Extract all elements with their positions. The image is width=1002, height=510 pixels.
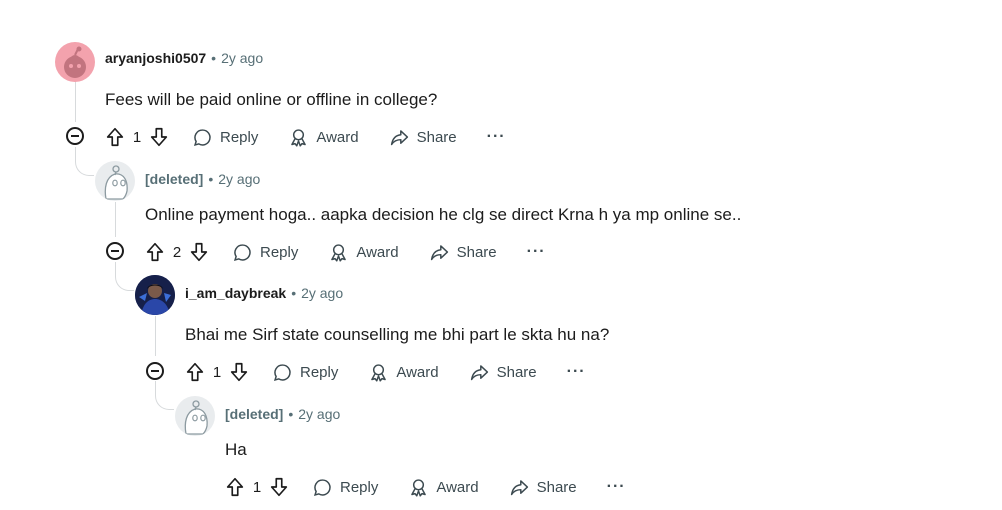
award-button[interactable]: Award [408, 477, 479, 498]
comment-actions: 2 Reply Award Share ··· [144, 237, 546, 267]
share-icon [470, 364, 488, 380]
share-button[interactable]: Share [429, 242, 497, 263]
collapse-thread-button[interactable] [106, 242, 124, 260]
downvote-icon[interactable] [228, 361, 250, 383]
reply-label: Reply [300, 363, 339, 381]
snoo-ghost-icon [184, 400, 208, 435]
username: [deleted] [145, 171, 204, 187]
comment-actions: 1 Reply Award Share ··· [184, 357, 586, 387]
timestamp[interactable]: 2y ago [298, 406, 340, 422]
timestamp[interactable]: 2y ago [221, 50, 263, 66]
user-avatar[interactable] [55, 42, 95, 82]
separator: • [291, 285, 297, 301]
share-label: Share [416, 128, 457, 146]
vote-count: 1 [212, 363, 222, 381]
upvote-icon[interactable] [104, 126, 126, 148]
award-label: Award [316, 128, 359, 146]
award-icon [371, 363, 387, 382]
user-avatar[interactable] [135, 275, 175, 315]
reply-label: Reply [340, 478, 379, 496]
more-options-button[interactable]: ··· [487, 128, 506, 146]
reply-icon [313, 478, 331, 496]
vote-group: 1 [224, 476, 290, 498]
vote-group: 1 [104, 126, 170, 148]
comment-body: Online payment hoga.. aapka decision he … [145, 205, 742, 224]
vote-group: 2 [144, 241, 210, 263]
more-options-button[interactable]: ··· [607, 478, 626, 496]
share-icon [430, 244, 448, 260]
reply-button[interactable]: Reply [192, 127, 258, 148]
collapse-thread-button[interactable] [146, 362, 164, 380]
user-avatar[interactable] [95, 161, 135, 201]
comment-header: aryanjoshi0507 • 2y ago [105, 48, 263, 68]
vote-count: 1 [252, 478, 262, 496]
upvote-icon[interactable] [224, 476, 246, 498]
award-button[interactable]: Award [368, 362, 439, 383]
thread-line [115, 202, 116, 237]
share-button[interactable]: Share [389, 127, 457, 148]
award-button[interactable]: Award [328, 242, 399, 263]
more-options-button[interactable]: ··· [567, 363, 586, 381]
thread-connector [115, 262, 134, 291]
username[interactable]: aryanjoshi0507 [105, 50, 206, 66]
reply-button[interactable]: Reply [312, 477, 378, 498]
comment-actions: 1 Reply Award Share ··· [104, 122, 506, 152]
reply-label: Reply [220, 128, 259, 146]
award-label: Award [436, 478, 479, 496]
separator: • [211, 50, 217, 66]
award-button[interactable]: Award [288, 127, 359, 148]
upvote-icon[interactable] [144, 241, 166, 263]
reply-button[interactable]: Reply [232, 242, 298, 263]
reply-label: Reply [260, 243, 299, 261]
share-label: Share [536, 478, 577, 496]
vote-group: 1 [184, 361, 250, 383]
award-icon [331, 243, 347, 262]
share-label: Share [496, 363, 537, 381]
thread-line [75, 80, 76, 122]
reply-icon [233, 243, 251, 261]
share-button[interactable]: Share [469, 362, 537, 383]
comment-body: Fees will be paid online or offline in c… [105, 90, 438, 109]
share-icon [390, 129, 408, 145]
award-label: Award [396, 363, 439, 381]
thread-connector [75, 147, 94, 176]
separator: • [208, 171, 214, 187]
share-icon [510, 479, 528, 495]
snoo-ghost-icon [104, 165, 128, 200]
collapse-thread-button[interactable] [66, 127, 84, 145]
share-label: Share [456, 243, 497, 261]
award-icon [411, 478, 427, 497]
award-icon [291, 128, 307, 147]
comment-actions: 1 Reply Award Share ··· [224, 472, 626, 502]
upvote-icon[interactable] [184, 361, 206, 383]
user-photo-icon [135, 275, 175, 315]
username: [deleted] [225, 406, 284, 422]
reply-icon [193, 128, 211, 146]
thread-connector [155, 381, 174, 410]
share-button[interactable]: Share [509, 477, 577, 498]
downvote-icon[interactable] [188, 241, 210, 263]
more-options-button[interactable]: ··· [527, 243, 546, 261]
user-avatar[interactable] [175, 396, 215, 436]
downvote-icon[interactable] [268, 476, 290, 498]
thread-line [155, 316, 156, 356]
comment-header: i_am_daybreak • 2y ago [185, 283, 343, 303]
timestamp[interactable]: 2y ago [218, 171, 260, 187]
comment-header: [deleted] • 2y ago [145, 169, 260, 189]
vote-count: 1 [132, 128, 142, 146]
vote-count: 2 [172, 243, 182, 261]
reply-button[interactable]: Reply [272, 362, 338, 383]
comment-body: Ha [225, 440, 247, 459]
award-label: Award [356, 243, 399, 261]
separator: • [288, 406, 294, 422]
snoo-pink-icon [64, 46, 86, 78]
username[interactable]: i_am_daybreak [185, 285, 286, 301]
comment-header: [deleted] • 2y ago [225, 404, 340, 424]
timestamp[interactable]: 2y ago [301, 285, 343, 301]
downvote-icon[interactable] [148, 126, 170, 148]
reply-icon [273, 363, 291, 381]
comment-body: Bhai me Sirf state counselling me bhi pa… [185, 325, 610, 344]
